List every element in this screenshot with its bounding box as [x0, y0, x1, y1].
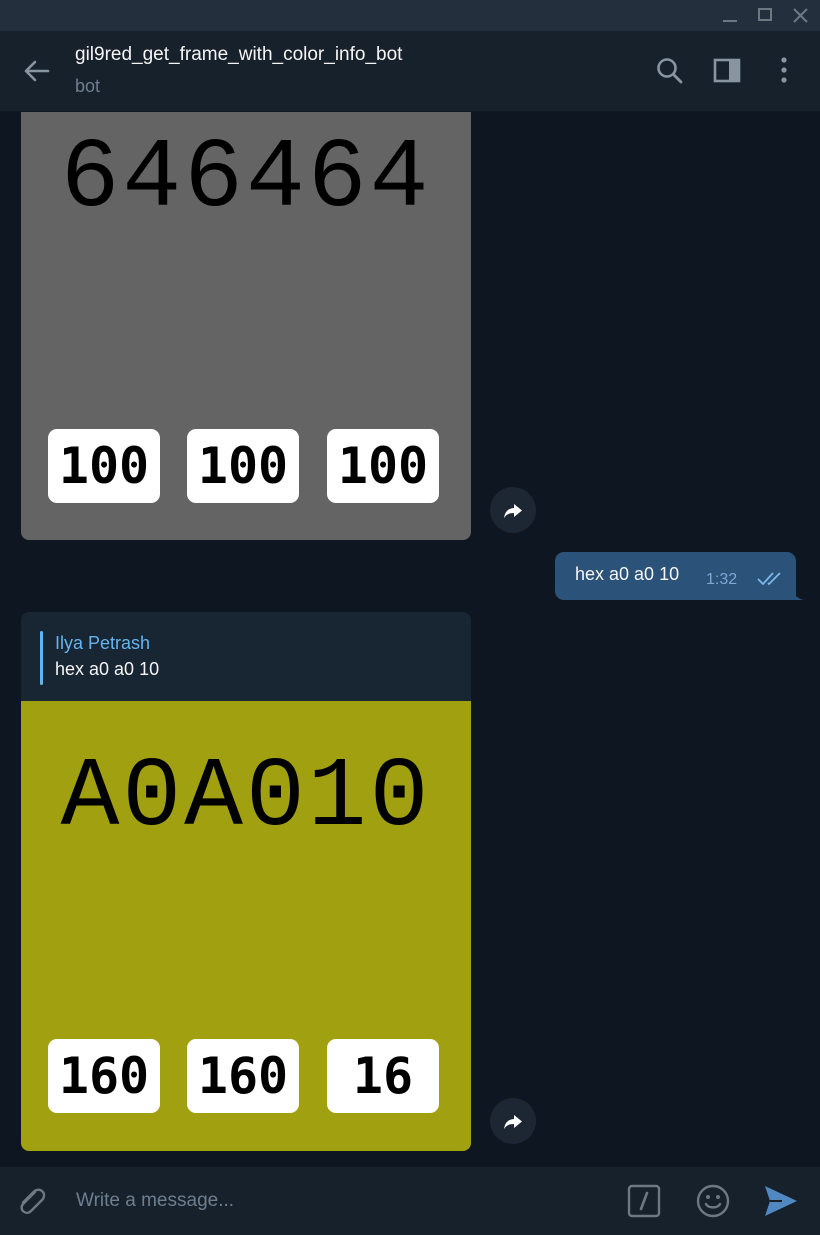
sidebar-toggle-icon[interactable] [707, 51, 747, 91]
hex-code-text: A0A010 [60, 743, 432, 854]
outgoing-message-bubble[interactable]: hex a0 a0 10 1:32 [555, 552, 796, 600]
color-image-message[interactable]: 646464 100 100 100 [21, 112, 471, 540]
chat-title[interactable]: gil9red_get_frame_with_color_info_bot [75, 44, 402, 66]
message-list[interactable]: 646464 100 100 100 hex a0 a0 10 1:32 Ily… [0, 112, 820, 1166]
read-double-check-icon [757, 572, 781, 586]
reply-author: Ilya Petrash [55, 633, 151, 653]
reply-quote[interactable]: Ilya Petrash hex a0 a0 10 [21, 612, 471, 701]
green-value-box: 100 [187, 429, 299, 503]
search-icon[interactable] [650, 51, 690, 91]
maximize-icon[interactable] [747, 0, 783, 31]
forward-button[interactable] [490, 1098, 536, 1144]
emoji-icon[interactable] [695, 1183, 731, 1219]
minimize-icon[interactable] [712, 0, 748, 31]
red-value-box: 100 [48, 429, 160, 503]
forward-arrow-icon [504, 1115, 522, 1129]
green-value-box: 160 [187, 1039, 299, 1113]
bot-command-icon[interactable] [627, 1184, 661, 1218]
red-value-box: 160 [48, 1039, 160, 1113]
message-time: 1:32 [706, 571, 738, 588]
message-composer [0, 1166, 820, 1235]
reply-text: hex a0 a0 10 [55, 659, 160, 679]
reply-bar [40, 631, 43, 685]
forward-arrow-icon [504, 504, 522, 518]
back-arrow-icon[interactable] [18, 53, 58, 93]
hex-code-text: 646464 [60, 124, 432, 235]
blue-value-box: 16 [327, 1039, 439, 1113]
more-vertical-icon[interactable] [764, 51, 804, 91]
attach-icon[interactable] [14, 1184, 48, 1218]
chat-header: gil9red_get_frame_with_color_info_bot bo… [0, 31, 820, 112]
message-input[interactable] [76, 1187, 596, 1215]
blue-value-box: 100 [327, 429, 439, 503]
color-image-message[interactable]: A0A010 160 160 16 [21, 701, 471, 1151]
forward-button[interactable] [490, 487, 536, 533]
bubble-tail [790, 588, 804, 600]
close-icon[interactable] [783, 0, 819, 31]
send-icon[interactable] [762, 1182, 800, 1220]
window-titlebar [0, 0, 820, 31]
message-text: hex a0 a0 10 [575, 564, 680, 584]
chat-subtitle: bot [75, 76, 101, 96]
